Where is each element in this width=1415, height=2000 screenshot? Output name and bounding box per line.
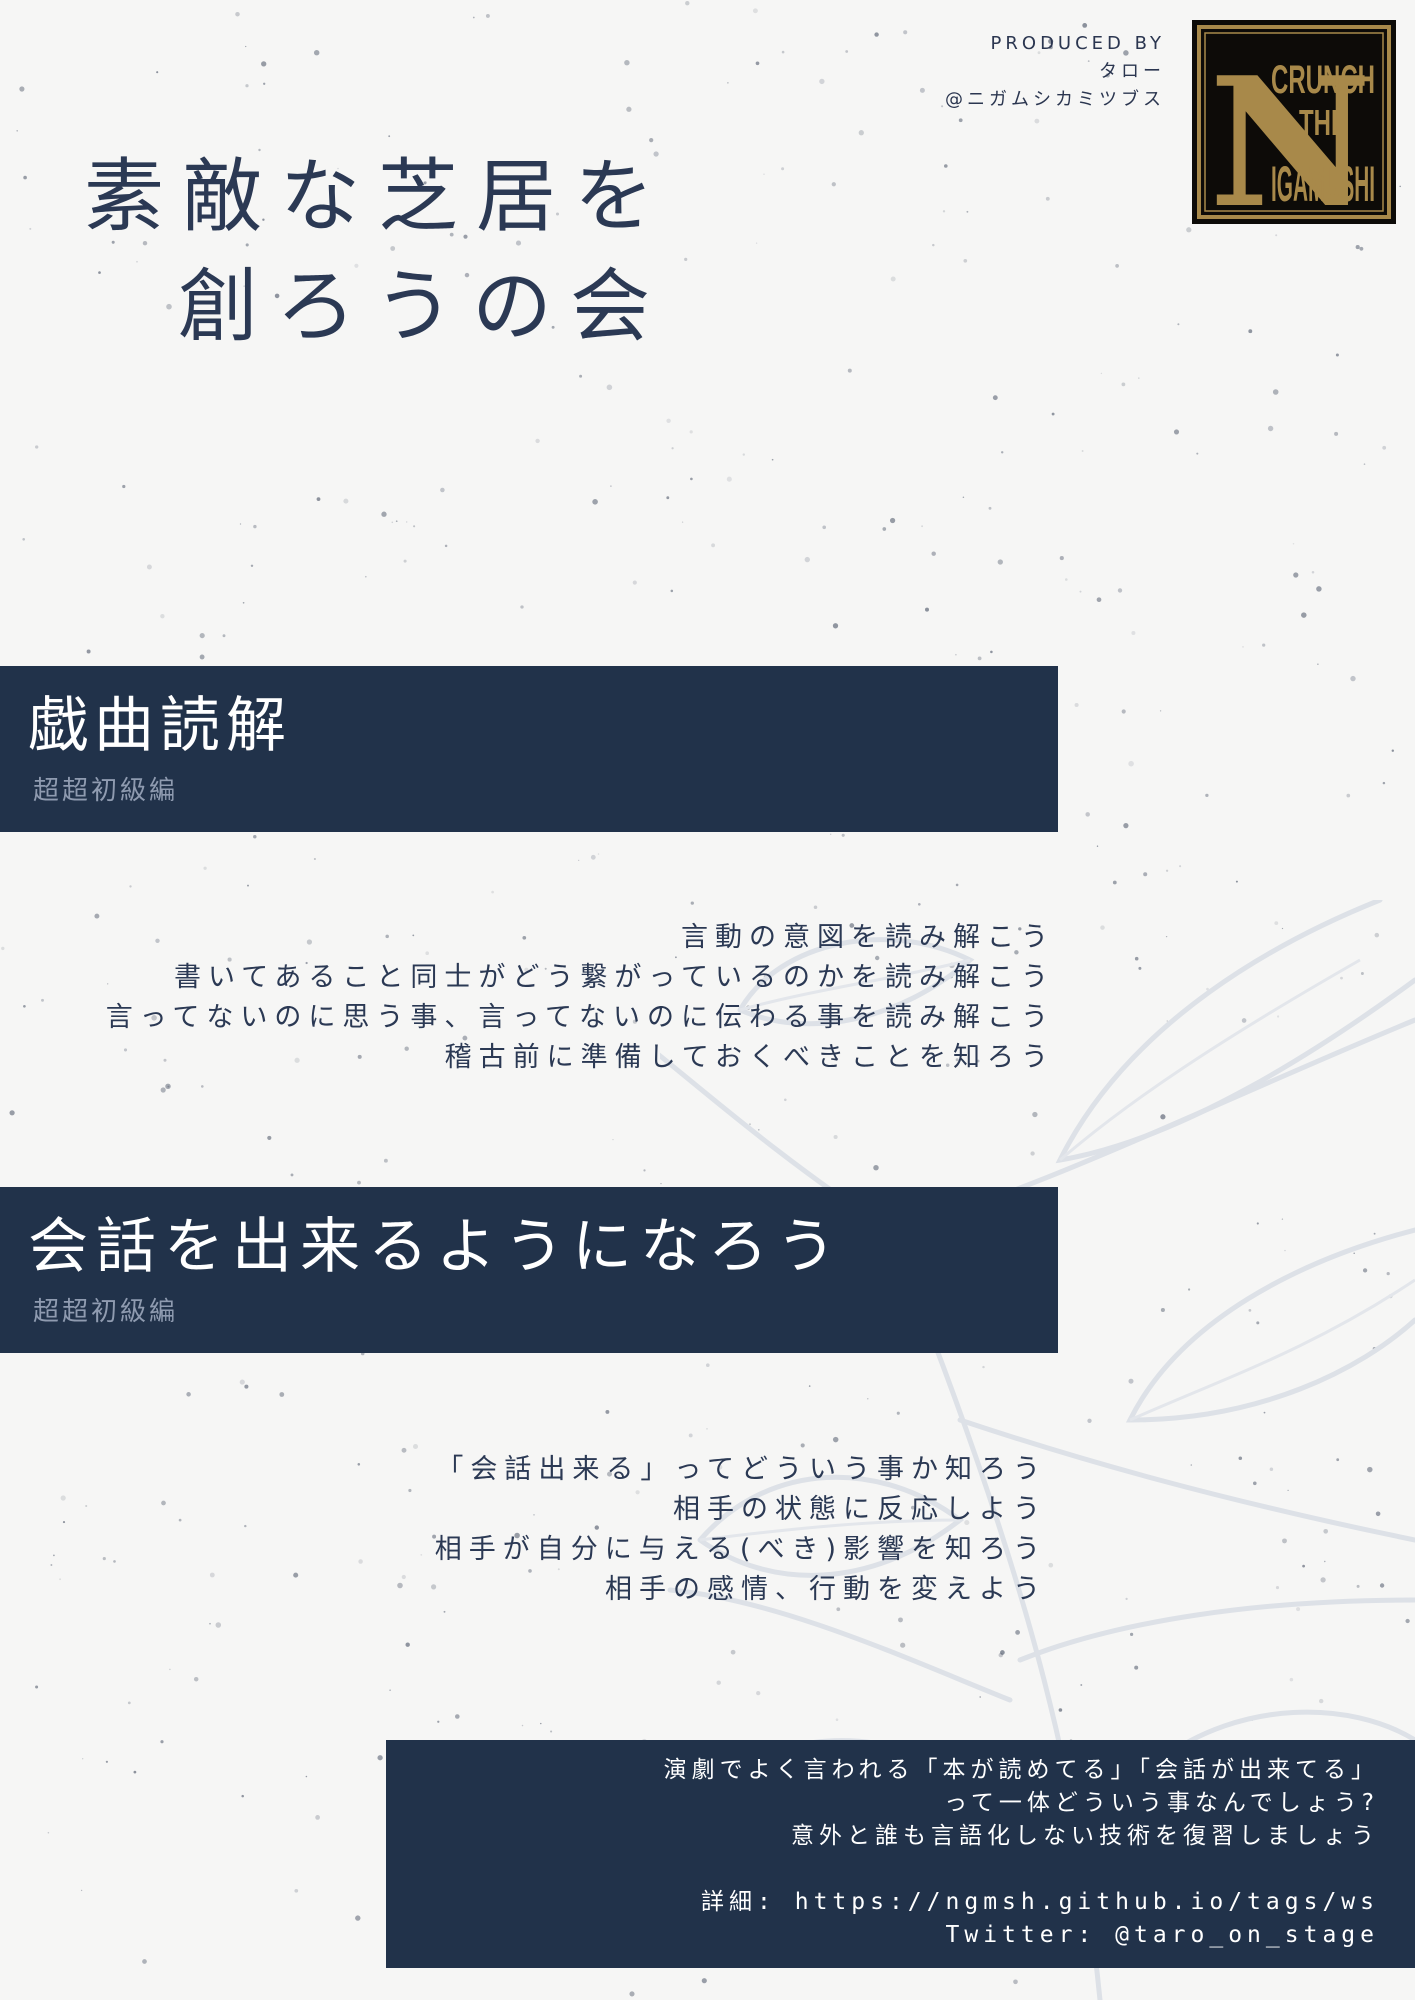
twitter-link[interactable]: Twitter: @taro_on_stage bbox=[664, 1919, 1379, 1952]
logo-word-crunch: CRUNCH bbox=[1271, 58, 1375, 102]
section-banner-script-reading: 戯曲読解 超超初級編 bbox=[0, 666, 1058, 832]
list-item: 言動の意図を読み解こう bbox=[681, 922, 1055, 953]
info-box: 演劇でよく言われる「本が読めてる」「会話が出来てる」 って一体どういう事なんでし… bbox=[386, 1740, 1415, 1968]
list-item: 稽古前に準備しておくべきことを知ろう bbox=[444, 1042, 1055, 1073]
page-title-line1: 素敵な芝居を bbox=[84, 150, 672, 243]
section-banner-conversation: 会話を出来るようになろう 超超初級編 bbox=[0, 1187, 1058, 1353]
producer-label: PRODUCED BY bbox=[990, 33, 1165, 54]
section-subheading: 超超初級編 bbox=[33, 776, 179, 806]
section-subheading: 超超初級編 bbox=[33, 1297, 179, 1327]
list-item: 「会話出来る」ってどういう事か知ろう bbox=[436, 1454, 1047, 1485]
page-title-line2: 創ろうの会 bbox=[178, 260, 668, 353]
producer-credit: PRODUCED BY タロー @ニガムシカミツブス bbox=[945, 30, 1165, 114]
list-item: 相手の状態に反応しよう bbox=[673, 1494, 1047, 1525]
list-item: 書いてあること同士がどう繋がっているのかを読み解こう bbox=[173, 962, 1055, 993]
section-heading: 戯曲読解 bbox=[28, 691, 292, 761]
logo-word-igamushi: IGAMUSHI bbox=[1271, 156, 1375, 212]
details-link[interactable]: 詳細: https://ngmsh.github.io/tags/ws bbox=[664, 1886, 1379, 1919]
list-item: 相手が自分に与える(べき)影響を知ろう bbox=[434, 1534, 1047, 1565]
section-topics-conversation: 「会話出来る」ってどういう事か知ろう 相手の状態に反応しよう 相手が自分に与える… bbox=[435, 1450, 1047, 1610]
info-line: 意外と誰も言語化しない技術を復習しましょう bbox=[791, 1823, 1379, 1849]
section-heading: 会話を出来るようになろう bbox=[28, 1212, 844, 1282]
crunch-the-nigamushi-logo-icon: N CRUNCH THE IGAMUSHI bbox=[1192, 20, 1396, 224]
producer-name: タロー bbox=[1099, 61, 1165, 82]
logo-word-the: THE bbox=[1299, 102, 1347, 143]
info-line: って一体どういう事なんでしょう? bbox=[944, 1790, 1379, 1816]
info-line: 演劇でよく言われる「本が読めてる」「会話が出来てる」 bbox=[663, 1757, 1379, 1783]
producer-handle: @ニガムシカミツブス bbox=[945, 89, 1165, 110]
section-topics-script-reading: 言動の意図を読み解こう 書いてあること同士がどう繋がっているのかを読み解こう 言… bbox=[106, 918, 1055, 1078]
list-item: 言ってないのに思う事、言ってないのに伝わる事を読み解こう bbox=[105, 1002, 1055, 1033]
page-title: 素敵な芝居を 創ろうの会 bbox=[84, 142, 672, 362]
list-item: 相手の感情、行動を変えよう bbox=[605, 1574, 1047, 1605]
